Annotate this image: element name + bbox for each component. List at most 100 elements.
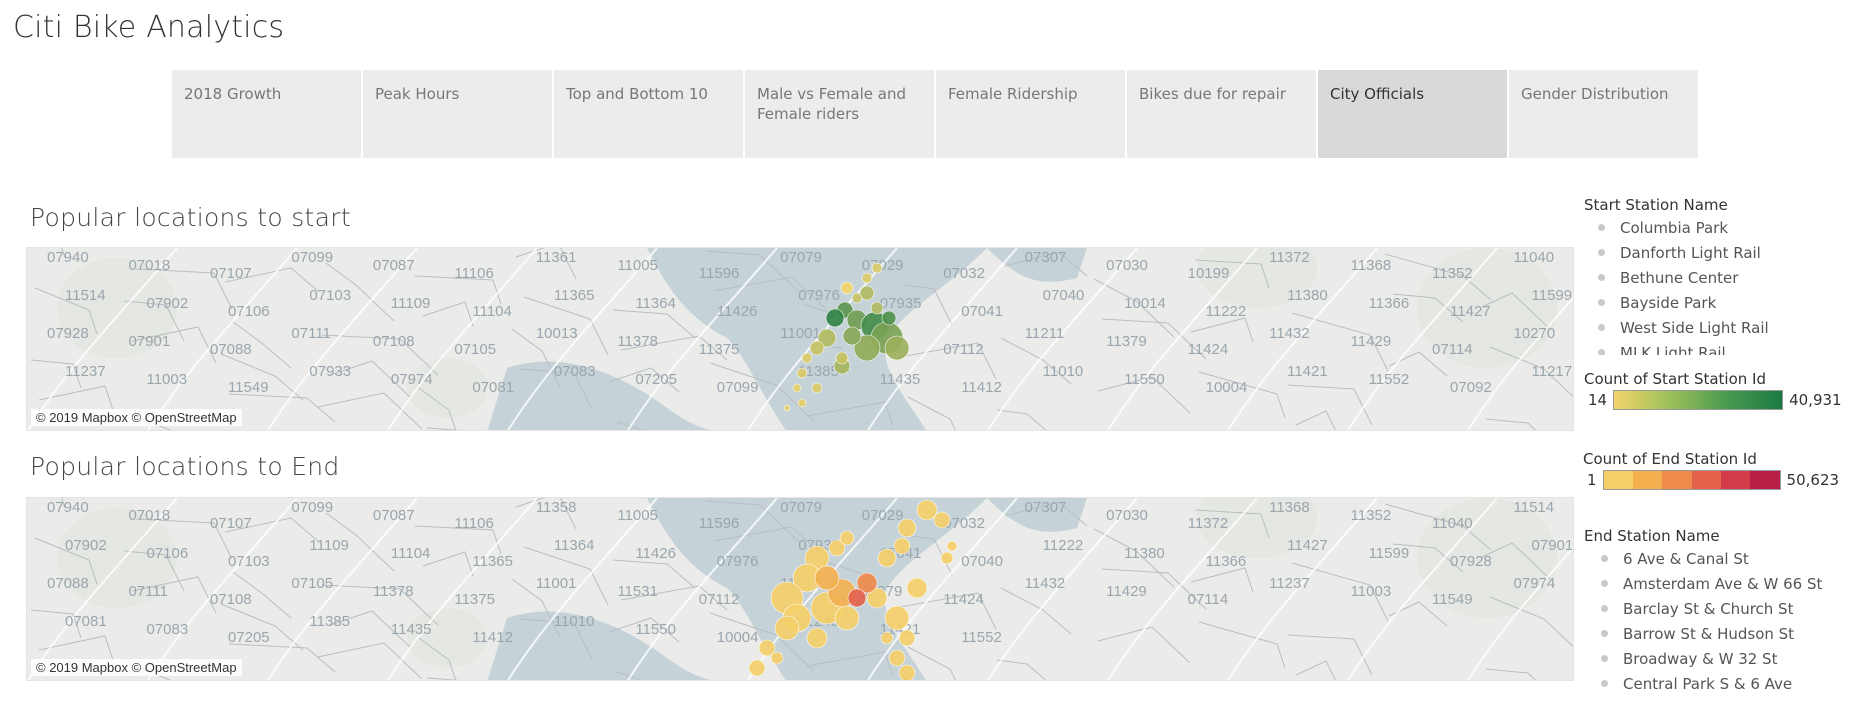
start-station-legend[interactable]: Columbia Park Danforth Light Rail Bethun…: [1584, 215, 1844, 355]
legend-item[interactable]: Broadway & W 32 St: [1584, 646, 1849, 671]
zip-label: 07112: [699, 591, 740, 608]
zip-label: 07974: [1514, 575, 1556, 592]
legend-item[interactable]: Bethune Center: [1584, 265, 1844, 290]
legend-dot-icon: [1601, 580, 1608, 587]
zip-label: 11380: [1287, 287, 1328, 304]
station-bubble: [898, 629, 916, 647]
legend-item[interactable]: Barrow St & Hudson St: [1584, 621, 1849, 646]
zip-boundary: [317, 392, 423, 430]
station-bubble: [946, 540, 958, 552]
bay-water: [487, 361, 711, 430]
zip-boundary: [1190, 567, 1254, 593]
zip-label: 11435: [391, 621, 432, 638]
tab-bikes-due-for-repair[interactable]: Bikes due for repair: [1127, 70, 1316, 158]
zip-label: 07099: [291, 499, 333, 516]
zip-label: 11427: [1450, 303, 1491, 320]
zip-boundary: [1198, 621, 1286, 669]
end-map-canvas[interactable]: 07940 07018 07107 07099 07087 11106 11358 11005…: [27, 498, 1574, 681]
map-attribution: © 2019 Mapbox © OpenStreetMap: [31, 659, 242, 676]
zip-label: 11372: [1188, 515, 1229, 532]
zip-label: 07935: [880, 295, 922, 312]
legend-dot-icon: [1598, 249, 1605, 256]
tab-city-officials[interactable]: City Officials: [1318, 70, 1507, 158]
zip-label: 11385: [309, 613, 350, 630]
tab-male-vs-female[interactable]: Male vs Female and Female riders: [745, 70, 934, 158]
zip-label: 07079: [780, 249, 822, 266]
zip-label: 11596: [699, 265, 740, 282]
legend-dot-icon: [1601, 555, 1608, 562]
legend-item[interactable]: Bayside Park: [1584, 290, 1844, 315]
legend-item[interactable]: Danforth Light Rail: [1584, 240, 1844, 265]
tab-2018-growth[interactable]: 2018 Growth: [172, 70, 361, 158]
station-bubble: [796, 367, 808, 379]
zip-label: 11104: [472, 303, 512, 320]
station-bubble: [859, 285, 875, 301]
zip-label: 11005: [617, 507, 658, 524]
station-bubble: [893, 537, 911, 555]
zip-label: 11001: [780, 325, 821, 342]
zip-label: 11375: [454, 591, 495, 608]
scale-step: [1662, 471, 1692, 489]
zip-label: 10270: [1514, 325, 1556, 342]
zip-label: 07099: [291, 249, 333, 266]
legend-item[interactable]: West Side Light Rail: [1584, 315, 1844, 340]
station-bubble: [870, 301, 884, 315]
zip-label: 07928: [47, 325, 89, 342]
legend-item[interactable]: Columbia Park: [1584, 215, 1844, 240]
tab-peak-hours[interactable]: Peak Hours: [363, 70, 552, 158]
tab-gender-distribution[interactable]: Gender Distribution: [1509, 70, 1698, 158]
zip-label: 07105: [291, 575, 333, 592]
zip-label: 11040: [1432, 515, 1473, 532]
station-bubble: [792, 383, 802, 393]
zip-boundary: [1485, 668, 1537, 680]
end-locations-map[interactable]: 07940 07018 07107 07099 07087 11106 11358 11005…: [26, 497, 1574, 681]
zip-label: 07205: [635, 371, 677, 388]
zip-label: 11424: [1188, 341, 1229, 358]
zip-label: 11372: [1269, 249, 1310, 266]
zip-label: 07088: [210, 341, 252, 358]
zip-label: 07040: [961, 553, 1003, 570]
scale-step: [1603, 471, 1633, 489]
zip-label: 11552: [1369, 371, 1410, 388]
zip-label: 11531: [617, 583, 658, 600]
zip-label: 07974: [391, 371, 433, 388]
end-count-scale-title: Count of End Station Id: [1583, 450, 1757, 468]
zip-label: 11514: [1514, 499, 1555, 516]
bay-water: [487, 611, 711, 680]
zip-label: 07112: [943, 341, 984, 358]
zip-boundary: [317, 642, 423, 680]
station-bubble: [834, 605, 860, 631]
legend-item[interactable]: MLK Light Rail: [1584, 340, 1844, 355]
zip-label: 07040: [1043, 287, 1085, 304]
station-bubble: [880, 631, 894, 645]
zip-label: 11040: [1514, 249, 1555, 266]
zip-label: 07307: [1025, 499, 1067, 516]
zip-label: 07030: [1106, 257, 1148, 274]
station-bubble: [801, 352, 813, 364]
tab-female-ridership[interactable]: Female Ridership: [936, 70, 1125, 158]
tab-top-and-bottom-10[interactable]: Top and Bottom 10: [554, 70, 743, 158]
zip-label: 07108: [373, 333, 415, 350]
legend-item[interactable]: Barclay St & Church St: [1584, 596, 1849, 621]
zip-label: 11378: [617, 333, 658, 350]
legend-item[interactable]: 6 Ave & Canal St: [1584, 546, 1849, 571]
zip-label: 07933: [309, 363, 351, 380]
legend-item[interactable]: Amsterdam Ave & W 66 St: [1584, 571, 1849, 596]
start-locations-map[interactable]: 07940 07018 07107 07099 07087 11106 11361 11005…: [26, 247, 1574, 431]
zip-label: 07976: [798, 287, 840, 304]
zip-label: 07111: [128, 583, 168, 600]
station-bubble: [881, 310, 897, 326]
end-station-legend[interactable]: 6 Ave & Canal St Amsterdam Ave & W 66 St…: [1584, 546, 1849, 689]
legend-item[interactable]: Central Park S & 6 Ave: [1584, 671, 1849, 689]
station-bubble: [814, 565, 840, 591]
zip-boundary: [1485, 418, 1537, 430]
zip-label: 07087: [373, 507, 415, 524]
station-bubble: [861, 272, 873, 284]
zip-boundary: [1295, 660, 1337, 680]
zip-label: 11364: [554, 537, 595, 554]
zip-label: 07081: [472, 379, 514, 396]
start-map-canvas[interactable]: 07940 07018 07107 07099 07087 11106 11361 11005…: [27, 248, 1574, 431]
zip-label: 11104: [391, 545, 431, 562]
station-bubble: [809, 340, 825, 356]
zip-label: 07114: [1188, 591, 1229, 608]
